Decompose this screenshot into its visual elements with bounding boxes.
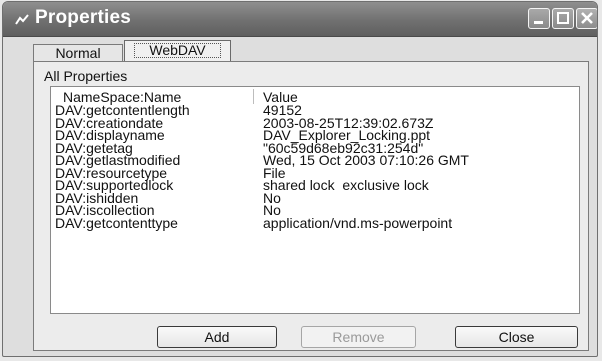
webdav-panel: All Properties NameSpace:Name Value DAV:…	[33, 61, 589, 351]
minimize-button[interactable]	[528, 8, 550, 29]
properties-window: Properties Normal WebDAV All Properties …	[2, 1, 598, 357]
close-icon	[581, 12, 593, 24]
tab-webdav[interactable]: WebDAV	[124, 40, 231, 62]
maximize-button[interactable]	[552, 8, 574, 29]
property-value: shared lock exclusive lock	[263, 177, 429, 193]
property-name: DAV:getcontenttype	[55, 214, 178, 231]
tab-normal[interactable]: Normal	[33, 44, 123, 61]
column-separator[interactable]	[253, 89, 254, 104]
property-rows: DAV:getcontentlength 49152 DAV:creationd…	[51, 103, 579, 231]
close-button[interactable]: Close	[455, 326, 578, 348]
properties-list[interactable]: NameSpace:Name Value DAV:getcontentlengt…	[50, 86, 580, 314]
add-button[interactable]: Add	[157, 326, 277, 348]
minimize-icon	[534, 21, 543, 24]
title-bar[interactable]: Properties	[3, 2, 597, 37]
property-value: Wed, 15 Oct 2003 07:10:26 GMT	[263, 152, 469, 168]
all-properties-label: All Properties	[44, 68, 128, 84]
list-item[interactable]: DAV:getcontenttype application/vnd.ms-po…	[51, 214, 579, 231]
maximize-icon	[557, 12, 569, 24]
property-value: application/vnd.ms-powerpoint	[263, 214, 453, 231]
remove-button[interactable]: Remove	[301, 326, 416, 348]
properties-window-icon	[15, 14, 29, 25]
close-window-button[interactable]	[576, 8, 597, 29]
tab-webdav-label: WebDAV	[134, 43, 221, 58]
window-title: Properties	[35, 7, 131, 28]
